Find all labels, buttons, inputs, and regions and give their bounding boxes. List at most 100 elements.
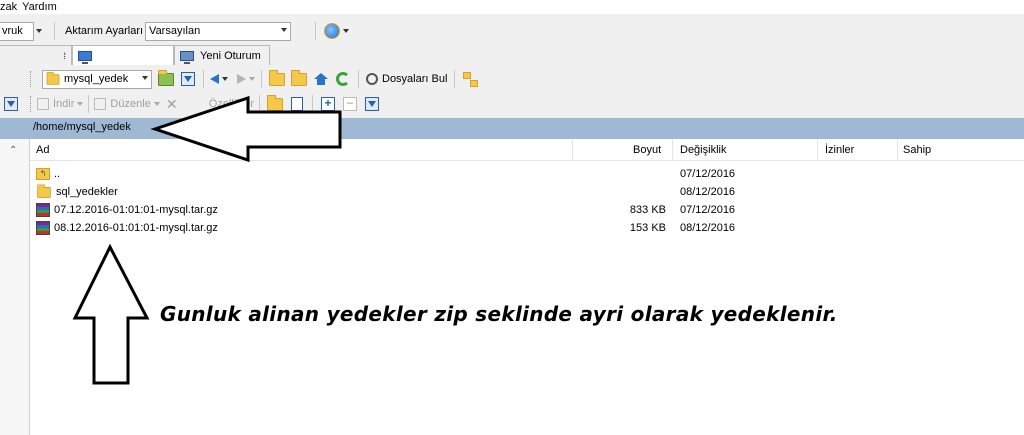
menu-item-help[interactable]: Yardım <box>22 1 62 13</box>
table-row[interactable]: 08.12.2016-01:01:01-mysql.tar.gz 153 KB … <box>30 219 1024 237</box>
column-owner[interactable]: Sahip <box>897 139 937 161</box>
left-pane: ⌃ <box>0 139 30 435</box>
parent-directory-button[interactable] <box>267 69 287 89</box>
new-session-tab[interactable]: Yeni Oturum <box>174 45 270 65</box>
find-files-button[interactable]: Dosyaları Bul <box>364 69 449 89</box>
file-name: 07.12.2016-01:01:01-mysql.tar.gz <box>54 204 218 216</box>
download-label: İndir <box>53 98 75 110</box>
search-icon <box>366 73 378 85</box>
archive-icon <box>36 221 50 235</box>
new-session-label: Yeni Oturum <box>200 49 261 62</box>
folder-select[interactable]: mysql_yedek <box>42 69 152 89</box>
column-divider[interactable] <box>817 139 818 161</box>
new-folder-button[interactable] <box>265 94 285 114</box>
new-folder-icon <box>267 94 283 111</box>
transfer-settings-select[interactable]: Varsayılan <box>145 21 292 41</box>
refresh-icon <box>336 72 350 86</box>
separator <box>54 22 55 40</box>
folder-icon <box>46 71 60 85</box>
back-button[interactable] <box>209 69 229 89</box>
left-combo-dropdown-icon[interactable] <box>36 29 42 33</box>
menu-item-partial[interactable]: zak <box>0 1 22 13</box>
path-bar: /home/mysql_yedek <box>0 118 1024 139</box>
filter-files-button[interactable] <box>362 94 382 114</box>
separator <box>203 70 204 88</box>
toolbar-actions: İndir Düzenle ✕ Özellikler + − <box>0 92 1024 116</box>
left-combo[interactable]: vruk <box>0 21 34 41</box>
download-icon <box>37 98 49 110</box>
open-folder-button[interactable] <box>156 69 176 89</box>
parent-folder-icon <box>269 69 285 86</box>
file-name: 08.12.2016-01:01:01-mysql.tar.gz <box>54 222 218 234</box>
filter-button[interactable] <box>178 69 198 89</box>
separator <box>358 70 359 88</box>
menu-bar: zak Yardım <box>0 0 1024 14</box>
edit-label: Düzenle <box>110 98 151 110</box>
toolbar-grip <box>30 71 33 87</box>
chevron-down-icon <box>77 102 84 106</box>
filter-icon[interactable] <box>4 97 18 111</box>
separator <box>259 95 260 113</box>
separator <box>261 70 262 88</box>
download-button[interactable]: İndir <box>37 94 84 114</box>
refresh-button[interactable] <box>333 69 353 89</box>
delete-icon: ✕ <box>165 95 178 112</box>
tab-current-session[interactable] <box>72 45 174 65</box>
plus-icon: + <box>321 97 335 111</box>
separator <box>312 95 313 113</box>
properties-button[interactable]: Özellikler <box>209 94 254 114</box>
toolbar-transfer: vruk Aktarım Ayarları Varsayılan <box>0 18 1024 44</box>
column-size[interactable]: Boyut <box>627 139 667 161</box>
chevron-down-icon <box>142 75 148 80</box>
home-button[interactable] <box>311 69 331 89</box>
archive-icon <box>36 203 50 217</box>
annotation-caption: Gunluk alinan yedekler zip seklinde ayri… <box>160 302 838 326</box>
new-file-icon <box>291 97 303 111</box>
home-icon <box>314 73 328 85</box>
file-date: 07/12/2016 <box>680 204 736 216</box>
file-name: sql_yedekler <box>56 186 118 198</box>
file-date: 08/12/2016 <box>680 222 736 234</box>
forward-button[interactable] <box>236 69 256 89</box>
filter-icon <box>365 97 379 111</box>
separator <box>454 70 456 88</box>
toolbar-grip <box>30 96 33 112</box>
table-row[interactable]: sql_yedekler 08/12/2016 <box>30 183 1024 201</box>
new-file-button[interactable] <box>287 94 307 114</box>
table-row[interactable]: 07.12.2016-01:01:01-mysql.tar.gz 833 KB … <box>30 201 1024 219</box>
column-divider[interactable] <box>572 139 573 161</box>
file-size: 833 KB <box>629 204 666 216</box>
column-name[interactable]: Ad <box>30 139 55 161</box>
root-directory-button[interactable] <box>289 69 309 89</box>
open-folder-icon <box>158 69 174 86</box>
session-tabs: ⁞ Yeni Oturum <box>0 44 1024 66</box>
minus-icon: − <box>343 97 357 111</box>
chevron-down-icon <box>222 77 228 81</box>
column-modified[interactable]: Değişiklik <box>674 139 732 161</box>
chevron-down-icon <box>343 29 350 33</box>
scroll-up-icon[interactable]: ⌃ <box>9 145 17 156</box>
column-divider[interactable] <box>672 139 673 161</box>
toolbar-navigation: mysql_yedek Dosyaları Bul <box>0 66 1024 92</box>
left-combo-value: vruk <box>2 25 23 37</box>
table-row[interactable]: ↰ .. 07/12/2016 <box>30 165 1024 183</box>
current-path[interactable]: /home/mysql_yedek <box>33 121 131 133</box>
collapse-button[interactable]: − <box>340 94 360 114</box>
chevron-down-icon <box>281 27 288 32</box>
tree-button[interactable] <box>460 69 480 89</box>
globe-button[interactable] <box>324 21 350 41</box>
edit-button[interactable]: Düzenle <box>94 94 160 114</box>
file-size: 153 KB <box>629 222 666 234</box>
tab-previous[interactable]: ⁞ <box>0 45 72 65</box>
folder-select-value: mysql_yedek <box>64 73 129 85</box>
delete-button[interactable]: ✕ <box>162 94 182 114</box>
expand-button[interactable]: + <box>318 94 338 114</box>
column-permissions[interactable]: İzinler <box>819 139 860 161</box>
globe-icon <box>324 23 341 39</box>
parent-folder-icon: ↰ <box>36 168 50 180</box>
arrow-left-icon <box>210 74 219 84</box>
file-date: 07/12/2016 <box>680 168 736 180</box>
chevron-down-icon <box>249 77 255 81</box>
tree-icon <box>463 72 479 87</box>
file-date: 08/12/2016 <box>680 186 736 198</box>
